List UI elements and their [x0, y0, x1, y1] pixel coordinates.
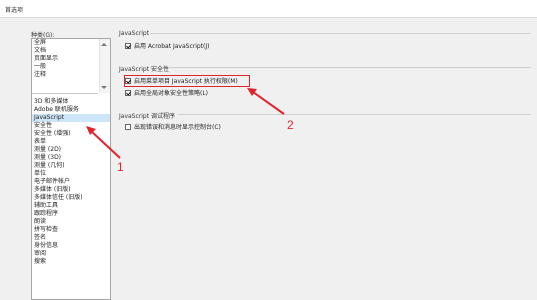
arrow-2-line	[252, 91, 285, 115]
arrow-1-line	[90, 130, 121, 159]
annotation-marker-2: 2	[287, 118, 294, 132]
annotation-marker-1: 1	[117, 160, 124, 174]
annotation-arrows	[86, 88, 285, 159]
